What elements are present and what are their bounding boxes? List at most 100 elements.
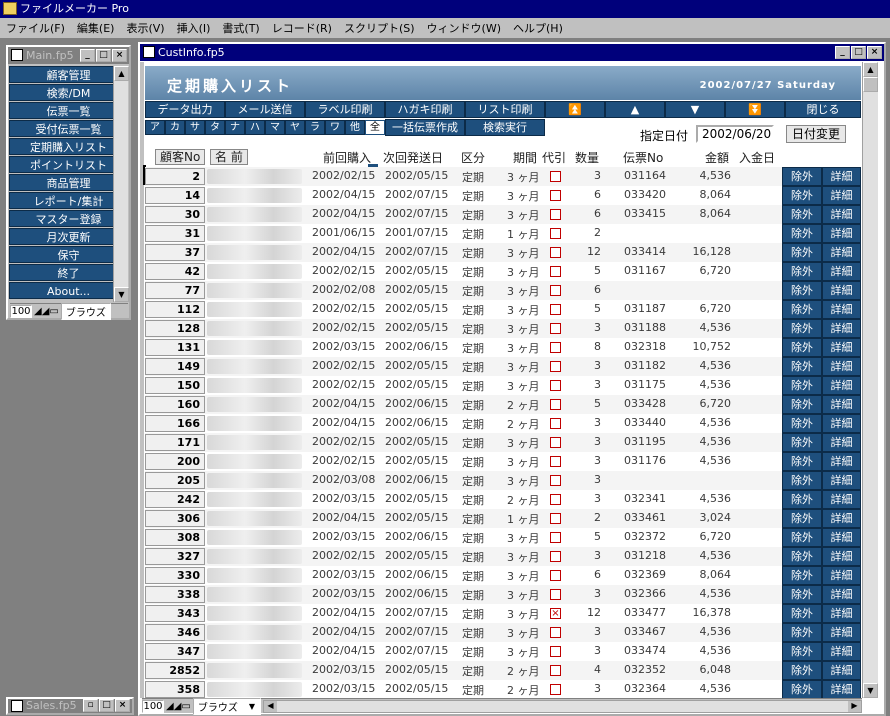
nav-point-list[interactable]: ポイントリスト <box>9 156 128 173</box>
customer-no-cell[interactable]: 242 <box>145 491 205 508</box>
customer-no-cell[interactable]: 149 <box>145 358 205 375</box>
list-print-button[interactable]: リスト印刷 <box>465 101 545 118</box>
minimize-button[interactable]: _ <box>80 49 95 62</box>
cod-checkbox[interactable] <box>550 323 561 334</box>
detail-button[interactable]: 詳細 <box>822 319 861 338</box>
detail-button[interactable]: 詳細 <box>822 205 861 224</box>
cod-checkbox[interactable] <box>550 551 561 562</box>
detail-button[interactable]: 詳細 <box>822 357 861 376</box>
zoom-level[interactable]: 100 <box>10 304 32 318</box>
status-area-toggle-icon[interactable]: ▭ <box>181 701 190 712</box>
customer-no-cell[interactable]: 346 <box>145 624 205 641</box>
cod-checkbox[interactable] <box>550 437 561 448</box>
exclude-button[interactable]: 除外 <box>782 300 822 319</box>
sales-window-titlebar[interactable]: Sales.fp5 ▫ □ × <box>8 699 132 713</box>
kana-ra-button[interactable]: ラ <box>305 120 325 135</box>
detail-button[interactable]: 詳細 <box>822 243 861 262</box>
cod-checkbox[interactable] <box>550 380 561 391</box>
detail-button[interactable]: 詳細 <box>822 338 861 357</box>
customer-no-cell[interactable]: 2 <box>145 168 205 185</box>
horizontal-scrollbar[interactable]: ◀ ▶ <box>263 699 862 713</box>
exclude-button[interactable]: 除外 <box>782 585 822 604</box>
exclude-button[interactable]: 除外 <box>782 338 822 357</box>
exclude-button[interactable]: 除外 <box>782 395 822 414</box>
nav-quit[interactable]: 終了 <box>9 264 128 281</box>
exclude-button[interactable]: 除外 <box>782 262 822 281</box>
exclude-button[interactable]: 除外 <box>782 547 822 566</box>
scroll-down-arrow-icon[interactable]: ▼ <box>863 683 878 698</box>
nav-search-dm[interactable]: 検索/DM <box>9 84 128 101</box>
customer-no-cell[interactable]: 42 <box>145 263 205 280</box>
cod-checkbox[interactable] <box>550 209 561 220</box>
detail-button[interactable]: 詳細 <box>822 262 861 281</box>
next-record-icon[interactable]: ▼ <box>665 101 725 118</box>
cod-checkbox[interactable] <box>550 171 561 182</box>
mail-send-button[interactable]: メール送信 <box>225 101 305 118</box>
customer-no-cell[interactable]: 150 <box>145 377 205 394</box>
cod-checkbox[interactable] <box>550 532 561 543</box>
exclude-button[interactable]: 除外 <box>782 376 822 395</box>
detail-button[interactable]: 詳細 <box>822 376 861 395</box>
exclude-button[interactable]: 除外 <box>782 205 822 224</box>
menu-file[interactable]: ファイル(F) <box>0 19 71 38</box>
detail-button[interactable]: 詳細 <box>822 566 861 585</box>
exclude-button[interactable]: 除外 <box>782 281 822 300</box>
customer-no-cell[interactable]: 37 <box>145 244 205 261</box>
col-customer-no[interactable]: 顧客No <box>155 149 206 165</box>
cod-checkbox[interactable] <box>550 285 561 296</box>
cod-checkbox[interactable] <box>550 418 561 429</box>
cod-checkbox[interactable] <box>550 190 561 201</box>
kana-all-button[interactable]: 全 <box>365 120 385 135</box>
mode-selector[interactable]: ブラウズ <box>60 302 111 320</box>
exclude-button[interactable]: 除外 <box>782 357 822 376</box>
exclude-button[interactable]: 除外 <box>782 680 822 699</box>
exclude-button[interactable]: 除外 <box>782 186 822 205</box>
zoom-mountains-icon[interactable]: ◢◢ <box>34 306 49 317</box>
exclude-button[interactable]: 除外 <box>782 566 822 585</box>
main-window-titlebar[interactable]: Main.fp5 _ □ × <box>8 47 129 64</box>
detail-button[interactable]: 詳細 <box>822 490 861 509</box>
kana-na-button[interactable]: ナ <box>225 120 245 135</box>
detail-button[interactable]: 詳細 <box>822 547 861 566</box>
customer-no-cell[interactable]: 160 <box>145 396 205 413</box>
scroll-up-arrow-icon[interactable]: ▲ <box>114 66 129 81</box>
detail-button[interactable]: 詳細 <box>822 528 861 547</box>
date-change-button[interactable]: 日付変更 <box>786 125 846 143</box>
detail-button[interactable]: 詳細 <box>822 433 861 452</box>
exclude-button[interactable]: 除外 <box>782 452 822 471</box>
exclude-button[interactable]: 除外 <box>782 433 822 452</box>
scroll-up-arrow-icon[interactable]: ▲ <box>863 62 878 77</box>
detail-button[interactable]: 詳細 <box>822 224 861 243</box>
cod-checkbox[interactable] <box>550 361 561 372</box>
cod-checkbox[interactable] <box>550 627 561 638</box>
minimize-button[interactable]: _ <box>835 46 850 59</box>
menu-edit[interactable]: 編集(E) <box>71 19 121 38</box>
exclude-button[interactable]: 除外 <box>782 471 822 490</box>
zoom-mountains-icon[interactable]: ◢◢ <box>166 701 181 712</box>
detail-button[interactable]: 詳細 <box>822 509 861 528</box>
maximize-button[interactable]: □ <box>851 46 866 59</box>
cod-checkbox[interactable] <box>550 570 561 581</box>
col-name[interactable]: 名 前 <box>210 149 248 165</box>
detail-button[interactable]: 詳細 <box>822 623 861 642</box>
menu-window[interactable]: ウィンドウ(W) <box>421 19 507 38</box>
exclude-button[interactable]: 除外 <box>782 604 822 623</box>
nav-reception-slip-list[interactable]: 受付伝票一覧 <box>9 120 128 137</box>
cod-checkbox[interactable] <box>550 494 561 505</box>
customer-no-cell[interactable]: 327 <box>145 548 205 565</box>
main-window-scrollbar[interactable]: ▲ ▼ <box>113 66 129 302</box>
menu-scripts[interactable]: スクリプト(S) <box>338 19 421 38</box>
date-field[interactable]: 2002/06/20 <box>696 125 774 143</box>
detail-button[interactable]: 詳細 <box>822 395 861 414</box>
nav-master-registration[interactable]: マスター登録 <box>9 210 128 227</box>
customer-no-cell[interactable]: 306 <box>145 510 205 527</box>
cod-checkbox[interactable] <box>550 665 561 676</box>
customer-no-cell[interactable]: 166 <box>145 415 205 432</box>
customer-no-cell[interactable]: 330 <box>145 567 205 584</box>
detail-button[interactable]: 詳細 <box>822 642 861 661</box>
cod-checkbox[interactable] <box>550 456 561 467</box>
detail-button[interactable]: 詳細 <box>822 471 861 490</box>
customer-no-cell[interactable]: 343 <box>145 605 205 622</box>
exclude-button[interactable]: 除外 <box>782 167 822 186</box>
detail-button[interactable]: 詳細 <box>822 585 861 604</box>
